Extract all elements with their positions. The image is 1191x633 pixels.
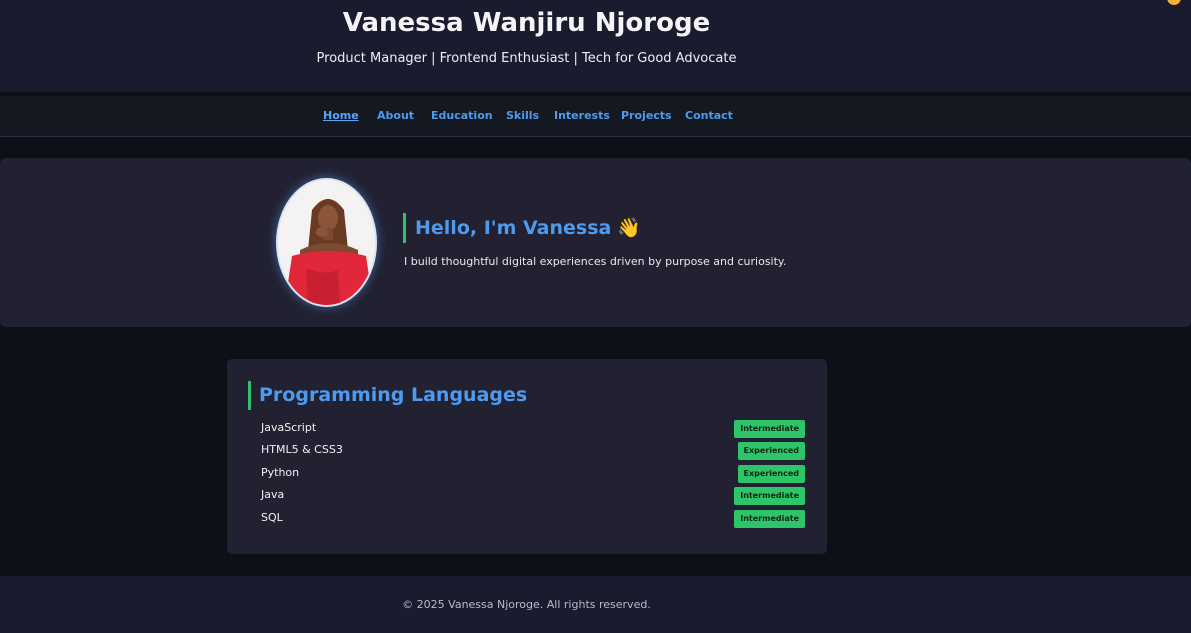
skill-level-badge: Intermediate [734, 487, 805, 505]
skill-name: Java [261, 488, 285, 501]
hero-accent-bar [403, 213, 406, 243]
nav-interests[interactable]: Interests [554, 109, 610, 123]
waving-hand-icon: 👋 [617, 217, 642, 239]
site-footer: © 2025 Vanessa Njoroge. All rights reser… [0, 576, 1191, 633]
nav-projects[interactable]: Projects [621, 109, 672, 123]
skill-row: SQL Intermediate [261, 510, 805, 528]
skill-name: SQL [261, 511, 283, 524]
nav-education[interactable]: Education [431, 109, 493, 123]
card-title: Programming Languages [259, 384, 528, 406]
nav-about[interactable]: About [377, 109, 414, 123]
nav-contact[interactable]: Contact [685, 109, 733, 123]
skill-row: Java Intermediate [261, 487, 805, 505]
site-header: Vanessa Wanjiru Njoroge Product Manager … [0, 0, 1191, 92]
skill-name: Python [261, 466, 300, 479]
skill-level-badge: Experienced [737, 465, 805, 483]
hero-heading: Hello, I'm Vanessa 👋 [415, 216, 641, 240]
hero-intro-text: I build thoughtful digital experiences d… [404, 255, 787, 268]
skill-name: HTML5 & CSS3 [261, 443, 343, 456]
site-title: Vanessa Wanjiru Njoroge [342, 8, 711, 38]
skill-name: JavaScript [261, 421, 317, 434]
skill-level-badge: Experienced [737, 442, 805, 460]
hero-heading-text: Hello, I'm Vanessa [415, 217, 612, 239]
copyright-text: © 2025 Vanessa Njoroge. All rights reser… [402, 598, 651, 611]
profile-photo-illustration [278, 180, 375, 305]
nav-skills[interactable]: Skills [506, 109, 539, 123]
programming-languages-card: Programming Languages JavaScript Interme… [227, 359, 827, 554]
hero-section: Hello, I'm Vanessa 👋 I build thoughtful d… [0, 158, 1191, 327]
skill-level-badge: Intermediate [734, 510, 805, 528]
site-tagline: Product Manager | Frontend Enthusiast | … [316, 51, 737, 66]
nav-home[interactable]: Home [323, 109, 359, 123]
skill-row: HTML5 & CSS3 Experienced [261, 442, 805, 460]
skill-row: JavaScript Intermediate [261, 420, 805, 438]
skill-level-badge: Intermediate [734, 420, 805, 438]
card-accent-bar [248, 381, 251, 410]
main-nav: Home About Education Skills Interests Pr… [0, 96, 1191, 137]
profile-photo [276, 178, 377, 307]
skill-row: Python Experienced [261, 465, 805, 483]
